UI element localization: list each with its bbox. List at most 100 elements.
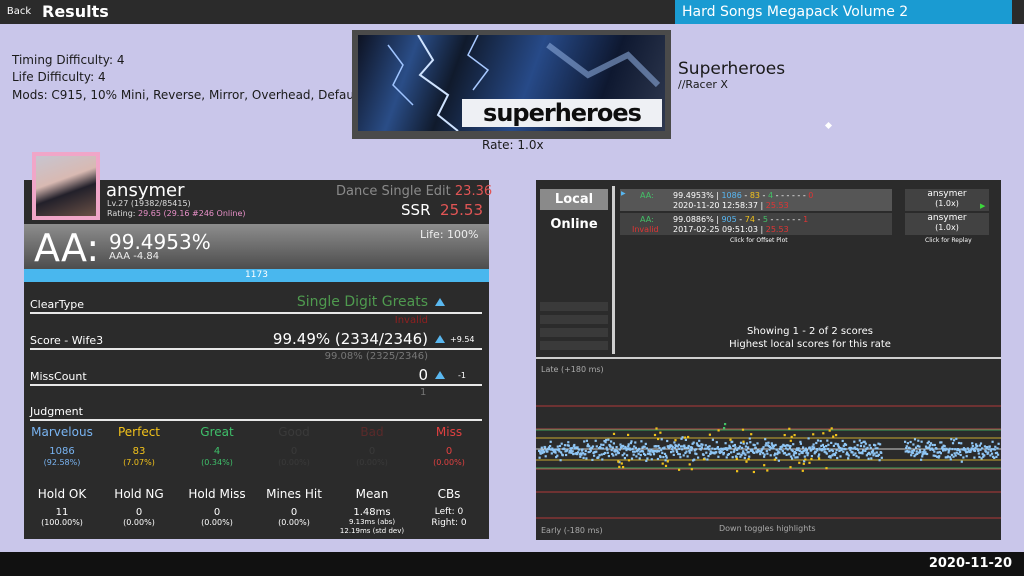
offset-point xyxy=(688,451,691,454)
offset-point xyxy=(847,454,850,457)
offset-point xyxy=(788,452,791,455)
judgment-percent: (0.00%) xyxy=(356,458,388,467)
replay-row[interactable]: ansymer (1.0x) xyxy=(905,213,989,235)
offset-point-perfect xyxy=(790,435,793,438)
offset-point xyxy=(923,449,926,452)
scores-summary: Showing 1 - 2 of 2 scores Highest local … xyxy=(700,325,920,351)
offset-point xyxy=(644,442,647,445)
pack-title: Hard Songs Megapack Volume 2 xyxy=(682,4,909,20)
offset-point xyxy=(741,446,744,449)
play-icon[interactable]: ▶ xyxy=(980,202,985,210)
offset-point xyxy=(759,453,762,456)
offset-point xyxy=(864,442,867,445)
stat-sub: (0.00%) xyxy=(201,518,233,527)
back-button[interactable]: Back xyxy=(4,2,34,22)
offset-point xyxy=(769,454,772,457)
offset-point xyxy=(990,452,994,455)
offset-point xyxy=(585,457,588,460)
score-value: 99.49% (2334/2346) xyxy=(272,330,428,348)
offset-point xyxy=(938,455,941,458)
judgment-percent: (92.58%) xyxy=(43,458,81,467)
offset-point xyxy=(767,441,770,444)
life-percent: Life: 100% xyxy=(420,228,479,241)
offset-point xyxy=(816,449,819,452)
offset-point-perfect xyxy=(818,457,821,460)
offset-point xyxy=(634,441,637,444)
hidden-filter-button[interactable] xyxy=(540,328,608,337)
offset-point-perfect xyxy=(664,464,668,467)
offset-point xyxy=(692,441,695,444)
offset-point xyxy=(734,446,737,449)
previous-score: 99.08% (2325/2346) xyxy=(324,351,428,362)
offset-point xyxy=(870,457,873,460)
toggle-hint: Down toggles highlights xyxy=(719,524,816,533)
offset-point xyxy=(698,439,701,442)
offset-point xyxy=(762,446,765,449)
stat-value: 0 xyxy=(135,507,143,518)
offset-point xyxy=(556,454,559,457)
divider xyxy=(30,384,482,386)
offset-plot[interactable] xyxy=(536,360,1001,540)
offset-point xyxy=(993,448,996,451)
offset-point xyxy=(684,438,687,441)
offset-point xyxy=(690,449,693,452)
offset-point-perfect xyxy=(793,434,796,437)
offset-point xyxy=(805,449,809,452)
offset-point xyxy=(962,456,965,459)
offset-point xyxy=(661,451,664,454)
offset-point xyxy=(844,443,848,446)
offset-point xyxy=(983,454,986,457)
offset-point xyxy=(863,445,866,448)
score-grade: AA: xyxy=(640,215,654,224)
offset-point-perfect xyxy=(788,427,791,430)
hidden-filter-button[interactable] xyxy=(540,302,608,311)
offset-point xyxy=(748,455,751,458)
offset-point xyxy=(915,450,918,453)
offset-point xyxy=(949,456,952,459)
hidden-filter-button[interactable] xyxy=(540,315,608,324)
count-marvelous: 1086 xyxy=(721,191,742,200)
offset-point xyxy=(683,446,686,449)
offset-point-perfect xyxy=(766,469,769,472)
offset-point xyxy=(973,456,976,459)
hidden-filter-button[interactable] xyxy=(540,341,608,350)
offset-point xyxy=(791,457,794,460)
offset-point xyxy=(827,443,830,446)
offset-point xyxy=(791,449,794,453)
offset-point xyxy=(983,445,986,448)
offset-point xyxy=(601,447,604,450)
offset-point xyxy=(720,451,723,454)
tab-online[interactable]: Online xyxy=(540,214,608,235)
offset-point-perfect xyxy=(655,427,658,430)
judgment-name: Perfect xyxy=(117,425,161,439)
offset-point xyxy=(572,453,575,456)
offset-point xyxy=(786,448,789,451)
replay-rate: (1.0x) xyxy=(935,223,959,232)
offset-point xyxy=(588,445,591,448)
offset-point xyxy=(806,454,809,457)
offset-point xyxy=(584,449,587,453)
offset-point xyxy=(909,440,912,444)
offset-point xyxy=(582,456,585,459)
offset-point xyxy=(565,453,568,457)
offset-point xyxy=(673,441,676,444)
offset-point xyxy=(766,452,769,455)
offset-point xyxy=(678,453,681,456)
offset-point xyxy=(645,447,648,450)
tab-local[interactable]: Local xyxy=(540,189,608,210)
count-bad: - xyxy=(791,191,795,200)
offset-point xyxy=(681,436,684,439)
click-replay-hint: Click for Replay xyxy=(925,237,972,244)
offset-point xyxy=(725,456,728,459)
replay-row[interactable]: ansymer (1.0x) xyxy=(905,189,989,211)
offset-point xyxy=(947,451,950,454)
count-good: - xyxy=(775,215,779,224)
offset-point xyxy=(798,453,801,456)
offset-point xyxy=(946,455,950,458)
judgment-name: Bad xyxy=(360,425,384,439)
offset-point xyxy=(919,451,922,454)
judgment-count: 0 xyxy=(368,446,376,457)
divider xyxy=(30,419,482,421)
offset-point xyxy=(707,455,710,458)
offset-point-perfect xyxy=(717,429,720,432)
